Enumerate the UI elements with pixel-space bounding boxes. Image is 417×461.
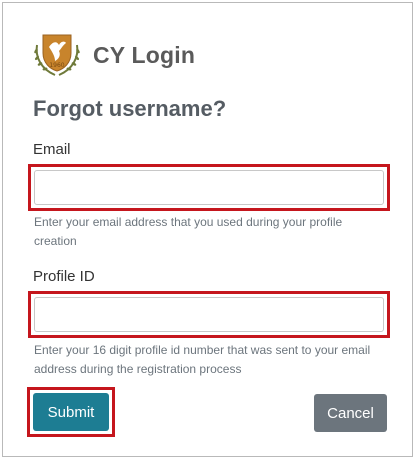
email-field-highlight — [28, 164, 390, 211]
email-label: Email — [33, 141, 71, 158]
profile-id-label: Profile ID — [33, 268, 95, 285]
submit-button-highlight: Submit — [27, 387, 115, 437]
page-title: Forgot username? — [33, 96, 227, 121]
profile-id-input[interactable] — [34, 297, 384, 332]
email-help-text: Enter your email address that you used d… — [34, 215, 343, 248]
brand-header: 1960 CY Login — [31, 31, 195, 79]
cyprus-coat-of-arms-icon: 1960 — [34, 34, 80, 76]
cancel-button[interactable]: Cancel — [314, 394, 387, 432]
forgot-username-card: 1960 CY Login Forgot username? Email Ent… — [2, 2, 413, 457]
brand-title: CY Login — [93, 41, 196, 68]
email-input[interactable] — [34, 170, 384, 205]
profile-id-help-text: Enter your 16 digit profile id number th… — [34, 343, 371, 376]
svg-text:1960: 1960 — [49, 62, 64, 69]
submit-button[interactable]: Submit — [33, 393, 109, 431]
profile-id-field-highlight — [28, 291, 390, 338]
